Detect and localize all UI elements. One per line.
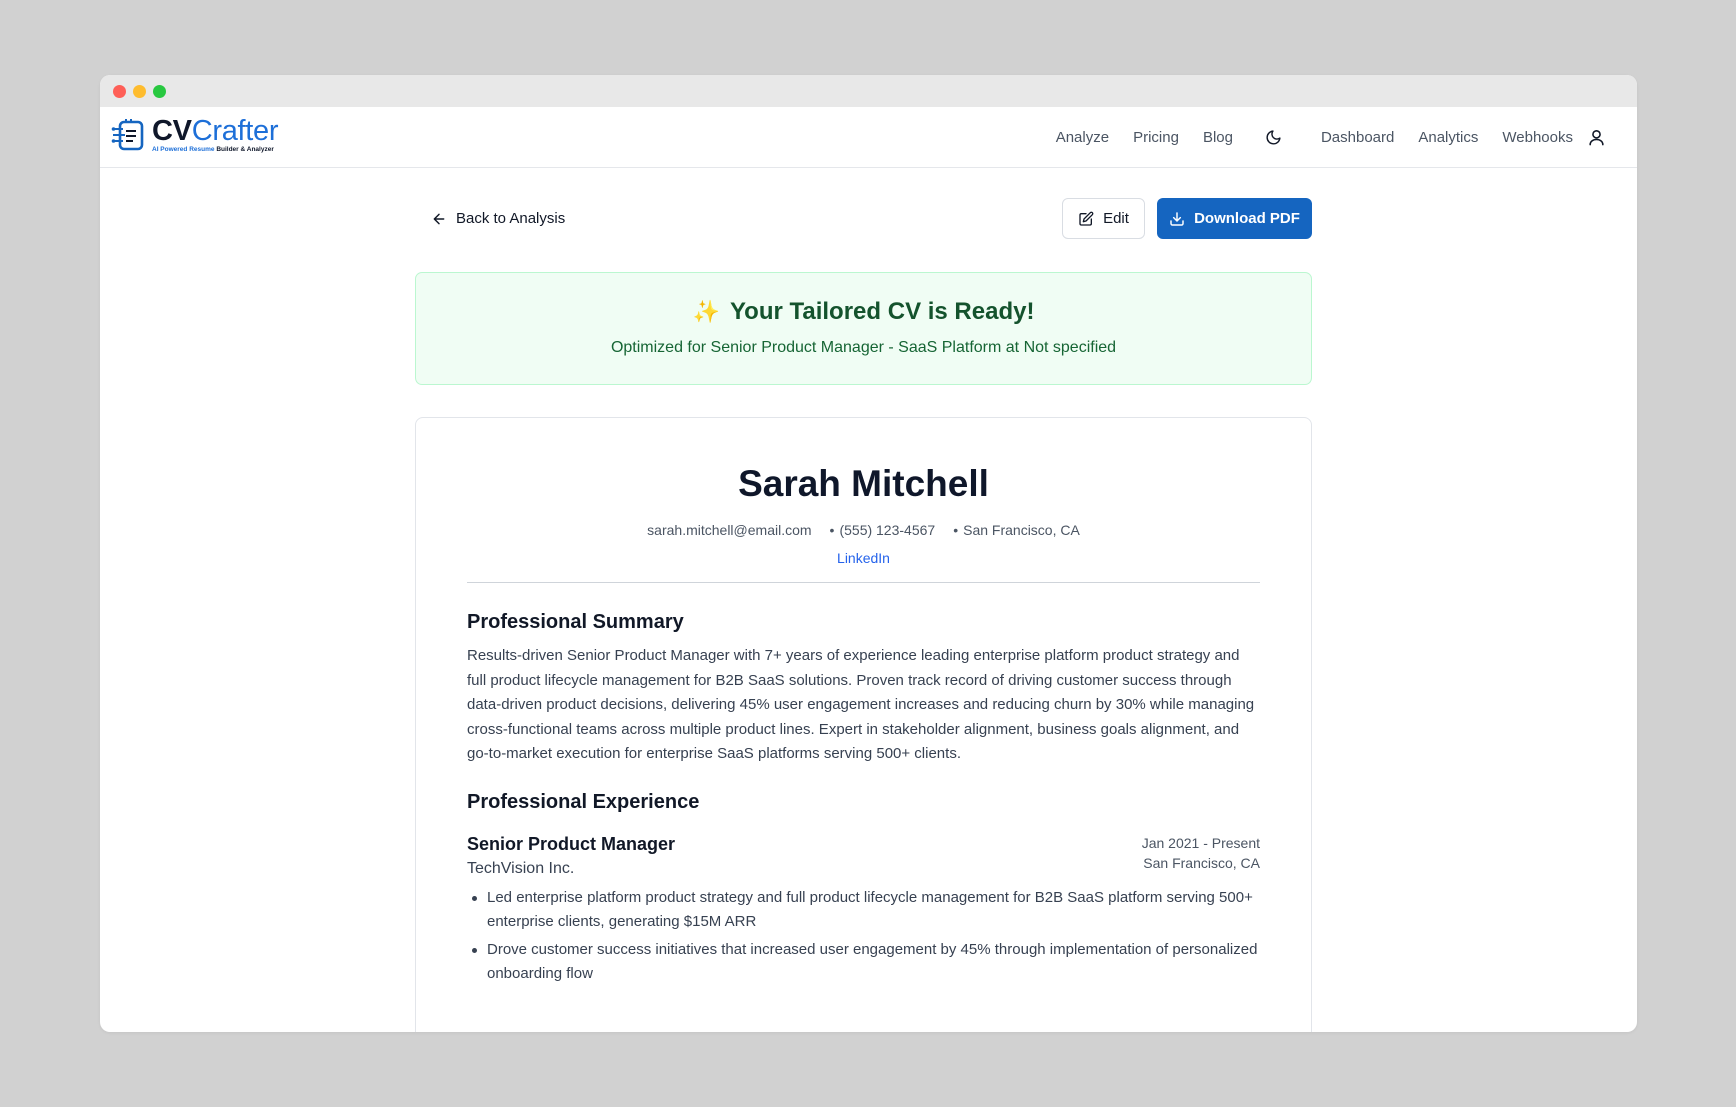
nav-analytics[interactable]: Analytics	[1418, 129, 1478, 146]
contact-separator: •	[953, 522, 959, 538]
brand-logo[interactable]: CVCrafter AI Powered Resume Builder & An…	[111, 115, 279, 154]
cv-phone: (555) 123-4567	[839, 522, 936, 538]
banner-title-text: Your Tailored CV is Ready!	[729, 298, 1035, 325]
summary-text: Results-driven Senior Product Manager wi…	[467, 647, 1255, 762]
back-label: Back to Analysis	[456, 210, 566, 227]
logo-circuit-icon	[111, 119, 144, 151]
job-meta: Jan 2021 - Present San Francisco, CA	[1142, 833, 1260, 873]
close-window-button[interactable]	[113, 85, 126, 98]
download-pdf-button[interactable]: Download PDF	[1157, 198, 1312, 239]
maximize-window-button[interactable]	[153, 85, 166, 98]
summary-heading: Professional Summary	[467, 611, 684, 633]
experience-heading: Professional Experience	[467, 790, 700, 813]
sparkles-icon: ✨	[692, 299, 720, 324]
browser-window: CVCrafter AI Powered Resume Builder & An…	[100, 75, 1637, 1032]
nav-blog[interactable]: Blog	[1203, 129, 1233, 146]
job-bullet: Led enterprise platform product strategy…	[472, 886, 1260, 935]
cv-contact: sarah.mitchell@email.com • (555) 123-456…	[467, 522, 1260, 538]
banner-title: ✨ Your Tailored CV is Ready!	[416, 298, 1311, 326]
logo-wordmark-crafter: Crafter	[191, 115, 279, 147]
nav-webhooks[interactable]: Webhooks	[1502, 129, 1573, 146]
arrow-left-icon	[433, 213, 445, 224]
nav-links: Analyze Pricing Blog Dashboard Analytics…	[1056, 107, 1637, 168]
action-bar: Back to Analysis Edit Download PDF	[415, 198, 1312, 239]
user-icon[interactable]	[1585, 127, 1607, 149]
banner-subtitle: Optimized for Senior Product Manager - S…	[610, 339, 1117, 356]
top-navbar: CVCrafter AI Powered Resume Builder & An…	[100, 107, 1637, 168]
cv-email: sarah.mitchell@email.com	[647, 522, 812, 538]
cv-location: San Francisco, CA	[963, 522, 1080, 538]
job-bullet: Drove customer success initiatives that …	[472, 938, 1260, 987]
logo-tagline-b: Builder & Analyzer	[216, 146, 274, 153]
logo-wordmark-cv: CV	[152, 115, 192, 147]
edit-button[interactable]: Edit	[1062, 198, 1145, 239]
success-banner: ✨ Your Tailored CV is Ready! Optimized f…	[415, 272, 1312, 385]
job-bullets: Led enterprise platform product strategy…	[467, 886, 1260, 987]
nav-pricing[interactable]: Pricing	[1133, 129, 1179, 146]
edit-label: Edit	[1103, 210, 1129, 227]
main-content: Back to Analysis Edit Download PDF ✨ You…	[415, 168, 1312, 1032]
download-label: Download PDF	[1194, 210, 1300, 227]
cv-name: Sarah Mitchell	[738, 463, 989, 504]
job-location: San Francisco, CA	[1143, 854, 1260, 871]
divider	[467, 582, 1260, 583]
minimize-window-button[interactable]	[133, 85, 146, 98]
contact-separator: •	[829, 522, 835, 538]
nav-analyze[interactable]: Analyze	[1056, 129, 1109, 146]
nav-dashboard[interactable]: Dashboard	[1321, 129, 1394, 146]
cv-preview: Sarah Mitchell sarah.mitchell@email.com …	[415, 417, 1312, 1032]
logo-tagline-a: AI Powered Resume	[152, 146, 215, 153]
cv-linkedin-link[interactable]: LinkedIn	[467, 550, 1260, 566]
moon-icon[interactable]	[1263, 127, 1285, 149]
edit-icon	[1079, 211, 1094, 226]
job-dates: Jan 2021 - Present	[1141, 834, 1260, 851]
window-titlebar	[100, 75, 1637, 107]
job-entry: Senior Product Manager TechVision Inc. J…	[467, 834, 1260, 987]
download-icon	[1170, 211, 1184, 226]
back-to-analysis-link[interactable]: Back to Analysis	[431, 198, 565, 239]
